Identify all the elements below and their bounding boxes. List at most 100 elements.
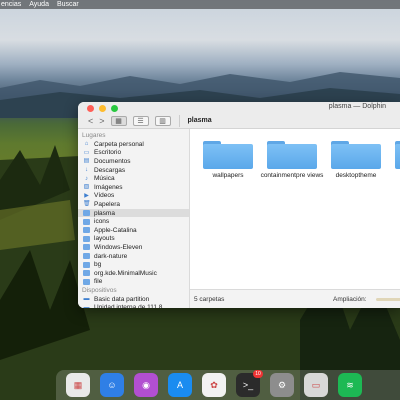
- window-title: plasma — Dolphin: [328, 103, 386, 110]
- folder-icon: [331, 141, 381, 169]
- sidebar-item-im-genes[interactable]: ▧ Imágenes: [78, 183, 189, 192]
- back-button[interactable]: <: [88, 115, 93, 127]
- sidebar-item-label: Basic data partition: [94, 295, 150, 303]
- title-bar[interactable]: plasma — Dolphin: [78, 102, 400, 113]
- drive-icon: ▬: [83, 304, 90, 308]
- photos-icon[interactable]: ✿: [202, 373, 226, 397]
- sidebar-item-file[interactable]: file: [78, 278, 189, 287]
- drive-icon: ▬: [83, 296, 90, 303]
- folder-icon: [83, 261, 90, 268]
- status-bar: 5 carpetas Ampliación:: [190, 289, 400, 308]
- sidebar-item-label: Windows-Eleven: [94, 243, 143, 251]
- toolbar-divider: [178, 114, 180, 127]
- folder-label: containmentpre views: [260, 172, 324, 179]
- notification-badge: 10: [253, 370, 263, 378]
- zoom-slider[interactable]: [376, 298, 400, 301]
- sidebar-item-label: icons: [94, 218, 110, 226]
- sidebar-item-label: bg: [94, 261, 102, 269]
- sidebar-item-label: Descargas: [94, 166, 126, 174]
- folder-icon: [395, 141, 400, 169]
- menu-item-ayuda[interactable]: Ayuda: [29, 0, 49, 9]
- sidebar-item-label: Apple-Catalina: [94, 226, 137, 234]
- folder-icon: [83, 235, 90, 242]
- folder-icon: [83, 218, 90, 225]
- folder-icon: [83, 278, 90, 285]
- folder-icon: [267, 141, 317, 169]
- columns-view-button[interactable]: ▥: [154, 115, 171, 126]
- sidebar-item-label: org.kde.MinimalMusic: [94, 269, 157, 277]
- sidebar-item-org-kde-minimalmusic[interactable]: org.kde.MinimalMusic: [78, 269, 189, 278]
- sidebar-item-apple-catalina[interactable]: Apple-Catalina: [78, 226, 189, 235]
- downloads-icon: ↓: [85, 167, 88, 174]
- sidebar-item-plasma[interactable]: plasma: [78, 208, 189, 218]
- sidebar-item-windows-eleven[interactable]: Windows-Eleven: [78, 243, 189, 252]
- menu-bar: encias Ayuda Buscar: [0, 0, 400, 9]
- folder-icon: [83, 227, 90, 234]
- folder-icon: [203, 141, 253, 169]
- file-view[interactable]: wallpapers containmentpre views desktopthe…: [190, 129, 400, 289]
- sidebar-item-label: Música: [94, 175, 115, 183]
- folder-label: desktoptheme: [335, 172, 377, 179]
- sidebar-item-unidad-interna-de-111-8-[interactable]: ▬ Unidad interna de 111,8...: [78, 304, 189, 308]
- sidebar-item-label: file: [94, 278, 103, 286]
- sidebar-item-carpeta-personal[interactable]: ⌂ Carpeta personal: [78, 140, 189, 149]
- folder-icon: [83, 210, 90, 217]
- zoom-label: Ampliación:: [333, 295, 367, 303]
- sidebar-item-descargas[interactable]: ↓ Descargas: [78, 166, 189, 175]
- sidebar-item-label: layouts: [94, 235, 115, 243]
- sidebar-item-layouts[interactable]: layouts: [78, 235, 189, 244]
- menu-item-buscar[interactable]: Buscar: [57, 0, 79, 9]
- folder-count: 5 carpetas: [194, 295, 225, 303]
- terminal-icon[interactable]: >_ 10: [236, 370, 263, 397]
- minimize-button[interactable]: [99, 105, 106, 112]
- folder-icon: [83, 270, 90, 277]
- spotify-icon[interactable]: ≋: [338, 373, 362, 397]
- sidebar-item-label: Vídeos: [94, 192, 115, 200]
- sidebar-item-label: dark-nature: [94, 252, 128, 260]
- music-icon: ♪: [85, 175, 88, 182]
- places-sidebar: Lugares ⌂ Carpeta personal ▭ Escritorio ▤ Doc…: [78, 129, 190, 308]
- sidebar-item-label: Escritorio: [94, 149, 122, 157]
- finder-icon[interactable]: ☺: [100, 373, 124, 397]
- sidebar-item-documentos[interactable]: ▤ Documentos: [78, 157, 189, 166]
- sidebar-item-label: Carpeta personal: [94, 140, 144, 148]
- videos-icon: ▶: [84, 192, 89, 199]
- folder-icon: [83, 253, 90, 260]
- sidebar-item-m-sica[interactable]: ♪ Música: [78, 174, 189, 183]
- screen-icon[interactable]: ▭: [304, 373, 328, 397]
- forward-button[interactable]: >: [99, 115, 104, 127]
- folder-item[interactable]: wallpapers: [196, 141, 260, 180]
- launchpad-icon[interactable]: ▦: [66, 373, 90, 397]
- breadcrumb[interactable]: plasma: [188, 117, 212, 124]
- sidebar-item-icons[interactable]: icons: [78, 217, 189, 226]
- places-header: Lugares: [82, 132, 106, 139]
- home-icon: ⌂: [84, 141, 89, 148]
- folder-item[interactable]: containmentpre views: [260, 141, 324, 180]
- maximize-button[interactable]: [111, 105, 118, 112]
- sidebar-item-bg[interactable]: bg: [78, 260, 189, 269]
- close-button[interactable]: [87, 105, 94, 112]
- sidebar-item-dark-nature[interactable]: dark-nature: [78, 252, 189, 261]
- documents-icon: ▤: [83, 158, 90, 165]
- sidebar-item-v-deos[interactable]: ▶ Vídeos: [78, 192, 189, 201]
- settings-icon[interactable]: ⚙: [270, 373, 294, 397]
- folder-item[interactable]: desktoptheme: [324, 141, 388, 180]
- app-store-icon[interactable]: A: [168, 373, 192, 397]
- sidebar-item-papelera[interactable]: 🗑 Papelera: [78, 200, 189, 209]
- desktop-icon: ▭: [83, 149, 90, 156]
- dolphin-window: plasma — Dolphin < > ▦ ☰ ▥ plasma Lugare…: [78, 102, 400, 308]
- sidebar-item-label: Imágenes: [94, 183, 123, 191]
- list-view-button[interactable]: ☰: [132, 115, 149, 126]
- folder-item[interactable]: [388, 141, 400, 172]
- menu-item-preferencias[interactable]: encias: [1, 0, 21, 9]
- sidebar-item-basic-data-partition[interactable]: ▬ Basic data partition: [78, 295, 189, 304]
- sidebar-item-escritorio[interactable]: ▭ Escritorio: [78, 149, 189, 158]
- sidebar-item-label: plasma: [94, 209, 115, 217]
- sidebar-item-label: Documentos: [94, 157, 131, 165]
- sidebar-item-label: Papelera: [94, 200, 121, 208]
- sidebar-item-label: Unidad interna de 111,8...: [94, 304, 168, 308]
- icons-view-button[interactable]: ▦: [110, 115, 127, 126]
- firefox-icon[interactable]: ◉: [134, 373, 158, 397]
- trash-icon: 🗑: [83, 201, 91, 208]
- pictures-icon: ▧: [83, 184, 90, 191]
